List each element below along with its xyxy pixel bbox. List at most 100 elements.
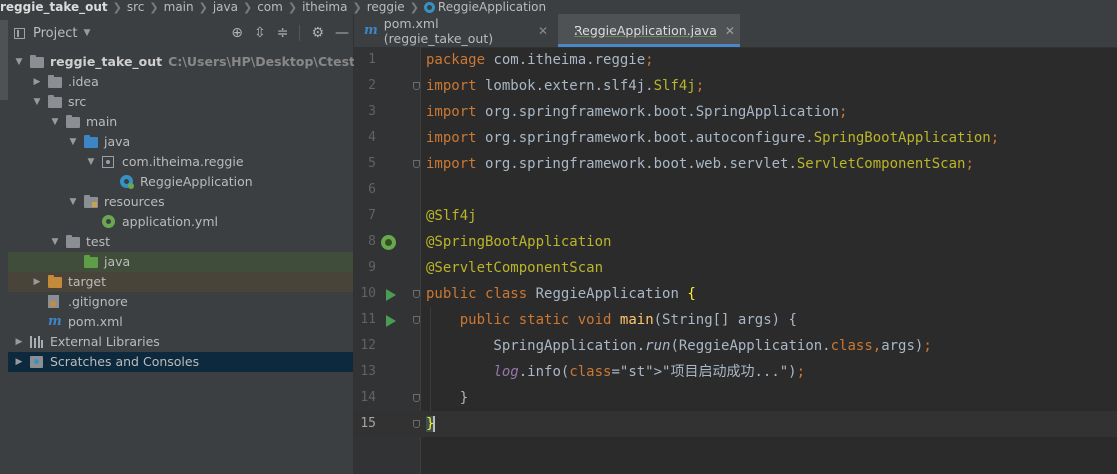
maven-icon: m [48,314,62,329]
collapse-all-icon[interactable]: ≑ [277,25,289,41]
chevron-right-icon[interactable]: ▶ [14,352,24,372]
expand-all-icon[interactable]: ⇳ [254,25,266,41]
line-number: 4 [368,130,376,145]
run-icon[interactable] [386,315,396,327]
chevron-down-icon[interactable]: ▼ [86,152,96,172]
breadcrumb-item[interactable]: reggie_take_out [0,0,108,14]
breadcrumb-item[interactable]: java [213,0,238,14]
close-icon[interactable]: ✕ [725,24,735,38]
tree-item-text: src [68,94,87,109]
fold-marker-icon[interactable] [413,316,420,324]
tree-item[interactable]: ▶ .idea [8,72,353,92]
fold-marker-icon[interactable] [413,160,420,168]
code-line[interactable]: 3 import org.springframework.boot.SpringA… [354,99,1117,125]
tree-item[interactable]: ▶ Scratches and Consoles [8,352,353,372]
code-text: } [426,390,469,406]
code-line[interactable]: 4 import org.springframework.boot.autocon… [354,125,1117,151]
tab-pom-xml[interactable]: m pom.xml (reggie_take_out) ✕ [354,14,558,47]
code-text: import org.springframework.boot.SpringAp… [426,104,848,120]
code-text: import org.springframework.boot.web.serv… [426,156,974,172]
chevron-down-icon[interactable]: ▼ [32,92,42,112]
fold-marker-icon[interactable] [413,420,420,428]
folder-icon [66,115,80,128]
code-line[interactable]: 12 SpringApplication.run(ReggieApplicati… [354,333,1117,359]
tree-item-label: pom.xml [68,312,123,332]
code-line[interactable]: 7 @Slf4j [354,203,1117,229]
chevron-right-icon[interactable]: ▶ [32,72,42,92]
tree-item-label: java [104,252,130,272]
spring-bean-icon[interactable] [381,235,396,250]
breadcrumb-item[interactable]: reggie [367,0,405,14]
breadcrumb-item-class[interactable]: ReggieApplication [423,0,546,14]
tree-item[interactable]: ▼ src [8,92,353,112]
tree-item[interactable]: ▼ test [8,232,353,252]
code-line[interactable]: 13 log.info(class="st">"项目启动成功..."); [354,359,1117,385]
line-number: 14 [360,390,376,405]
code-line[interactable]: 6 [354,177,1117,203]
code-area[interactable]: 1 package com.itheima.reggie; 2 import lomb… [354,47,1117,437]
fold-marker-icon[interactable] [413,82,420,90]
chevron-down-icon[interactable]: ▼ [50,232,60,252]
package-icon [102,156,114,168]
tree-item-label: main [86,112,117,132]
tree-item[interactable]: application.yml [8,212,353,232]
tree-item[interactable]: m pom.xml [8,312,353,332]
tree-item-label: java [104,132,130,152]
code-line[interactable]: 2 import lombok.extern.slf4j.Slf4j; [354,73,1117,99]
code-text: } [426,416,436,432]
line-number: 9 [368,260,376,275]
code-line[interactable]: 8 @SpringBootApplication [354,229,1117,255]
chevron-down-icon[interactable]: ▼ [14,52,24,72]
locate-icon[interactable]: ⊕ [231,25,243,41]
code-line[interactable]: 11 public static void main(String[] args… [354,307,1117,333]
libraries-icon [30,336,44,348]
tree-item[interactable]: ReggieApplication [8,172,353,192]
tree-item[interactable]: ▶ target [8,272,353,292]
code-text: @SpringBootApplication [426,234,612,250]
line-number: 15 [360,416,376,431]
chevron-down-icon[interactable]: ▼ [68,132,78,152]
line-number: 3 [368,104,376,119]
close-icon[interactable]: ✕ [538,24,548,38]
resources-folder-icon [84,195,98,208]
chevron-down-icon[interactable]: ▼ [68,192,78,212]
code-line[interactable]: 5 import org.springframework.boot.web.ser… [354,151,1117,177]
tree-item[interactable]: ▼ reggie_take_out C:\Users\HP\Desktop\Ctes… [8,52,407,72]
code-line[interactable]: 15} [354,411,1117,437]
folder-icon [48,95,62,108]
tree-item[interactable]: ▼ resources [8,192,353,212]
code-line[interactable]: 10 public class ReggieApplication { [354,281,1117,307]
tree-item[interactable]: java [8,252,353,272]
run-icon[interactable] [386,289,396,301]
tab-reggie-application[interactable]: ReggieApplication.java ✕ [558,14,740,47]
maven-icon: m [364,23,378,38]
code-text: import org.springframework.boot.autoconf… [426,130,1000,146]
fold-marker-icon[interactable] [413,394,420,402]
hide-icon[interactable]: — [335,25,349,41]
chevron-right-icon[interactable]: ▶ [32,272,42,292]
tree-item[interactable]: .gitignore [8,292,353,312]
tree-item[interactable]: ▶ External Libraries [8,332,353,352]
tree-item[interactable]: ▼ main [8,112,353,132]
toolbar-divider [299,25,301,41]
project-panel-title[interactable]: Project [33,26,77,41]
code-line[interactable]: 1 package com.itheima.reggie; [354,47,1117,73]
tree-item[interactable]: ▼ com.itheima.reggie [8,152,353,172]
tree-item[interactable]: ▼ java [8,132,353,152]
breadcrumb-item[interactable]: src [127,0,145,14]
chevron-right-icon[interactable]: ▶ [14,332,24,352]
breadcrumb-item[interactable]: main [164,0,194,14]
tree-item-text: application.yml [122,214,218,229]
chevron-down-icon[interactable]: ▼ [50,112,60,132]
tree-item-text: Scratches and Consoles [50,354,200,369]
code-text: package com.itheima.reggie; [426,52,654,68]
code-text: log.info(class="st">"项目启动成功..."); [493,364,806,380]
breadcrumb-item[interactable]: itheima [302,0,347,14]
gear-icon[interactable]: ⚙ [311,25,324,41]
code-line[interactable]: 14 } [354,385,1117,411]
fold-marker-icon[interactable] [413,290,420,298]
folder-icon [48,75,62,88]
chevron-down-icon[interactable]: ▼ [83,28,90,38]
code-line[interactable]: 9 @ServletComponentScan [354,255,1117,281]
breadcrumb-item[interactable]: com [257,0,283,14]
